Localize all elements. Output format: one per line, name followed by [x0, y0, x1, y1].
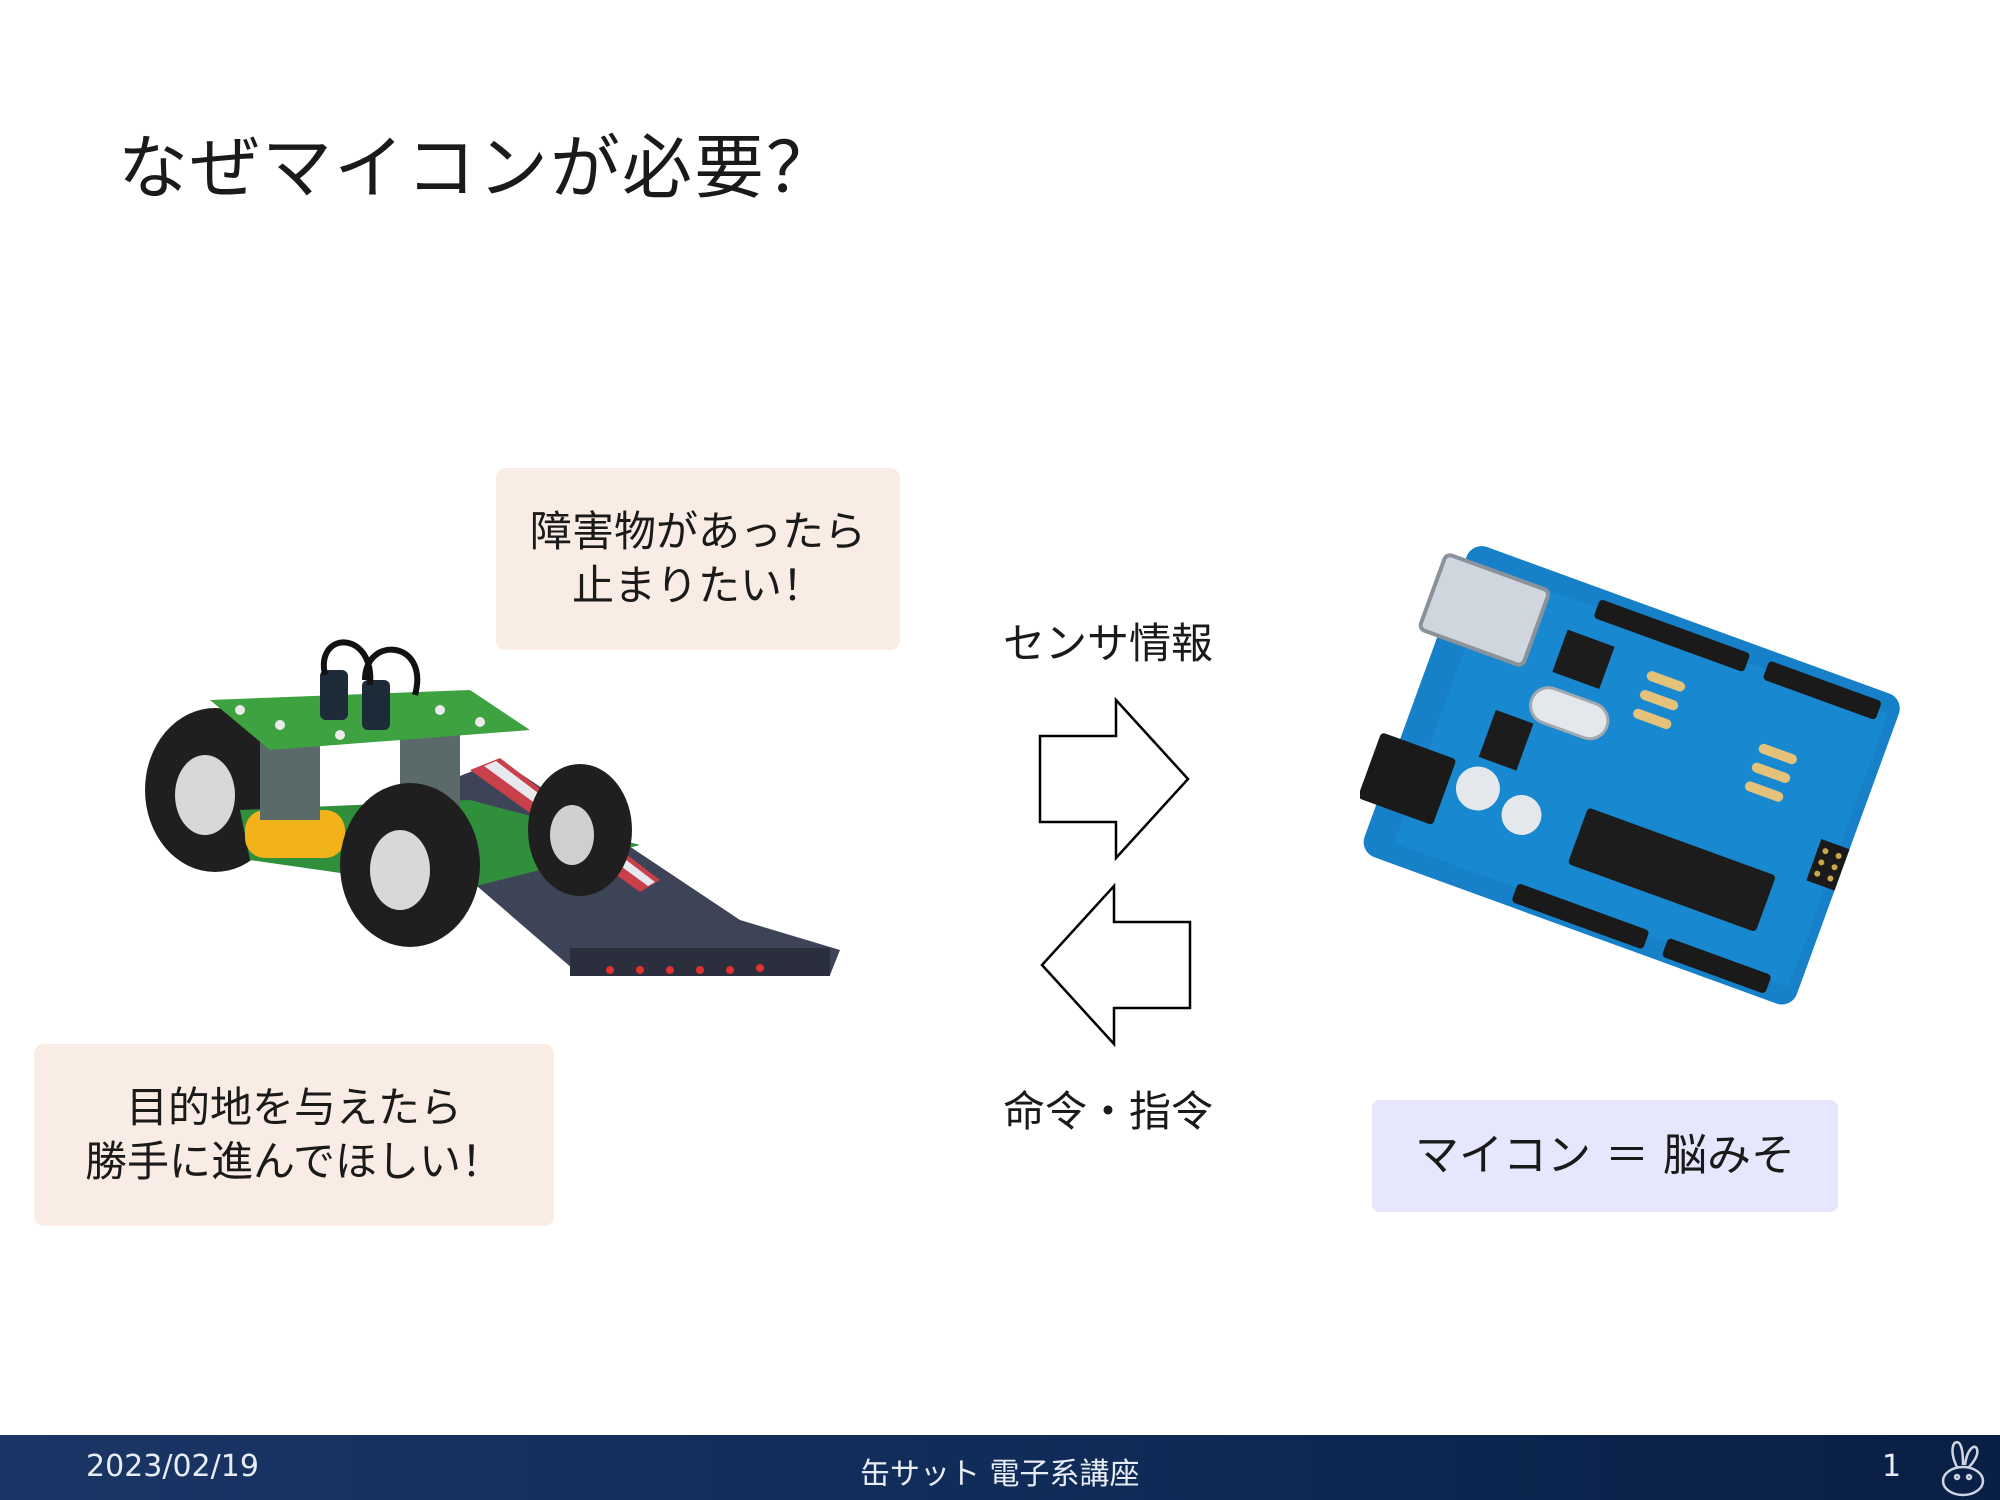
arrow-left-icon	[1040, 882, 1192, 1048]
footer-bar: 2023/02/19 缶サット 電子系講座 1	[0, 1435, 2000, 1500]
footer-date: 2023/02/19	[86, 1449, 259, 1484]
command-label: 命令・指令	[1003, 1087, 1214, 1136]
speech-bubble-obstacle: 障害物があったら 止まりたい！	[496, 468, 900, 650]
rabbit-logo-icon	[1941, 1440, 1985, 1497]
speech-bubble-destination: 目的地を与えたら 勝手に進んでほしい！	[34, 1044, 554, 1226]
microcontroller-caption: マイコン ＝ 脳みそ	[1372, 1100, 1838, 1212]
robot-car-illustration	[145, 639, 840, 976]
microcontroller-board-illustration	[1360, 546, 1900, 1005]
footer-course-title: 缶サット 電子系講座	[860, 1457, 1140, 1492]
sensor-info-label: センサ情報	[1003, 619, 1214, 668]
bubble-line: 障害物があったら	[529, 507, 866, 556]
bubble-line: 止まりたい！	[571, 561, 824, 610]
footer-page-number: 1	[1882, 1449, 1902, 1484]
bubble-line: 目的地を与えたら	[125, 1083, 462, 1132]
bubble-line: 勝手に進んでほしい！	[85, 1137, 503, 1186]
arrow-right-icon	[1038, 696, 1190, 862]
slide-title: なぜマイコンが必要？	[118, 127, 838, 209]
